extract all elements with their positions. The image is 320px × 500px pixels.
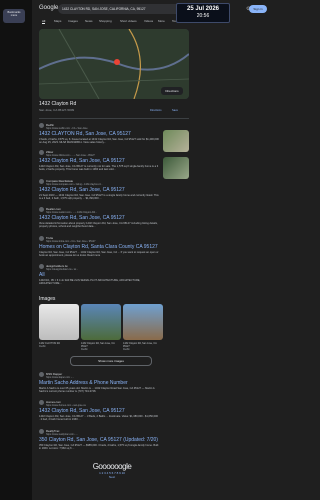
result-item: designbuilders.tw https://designbuilders… bbox=[39, 264, 189, 286]
search-results-page: Google 1432 CLAYTON RD, SAN JOSE, CALIFO… bbox=[32, 0, 273, 500]
place-title: 1432 Clayton Rd bbox=[39, 101, 77, 107]
images-heading: Images bbox=[39, 296, 56, 302]
google-logo[interactable]: Google bbox=[39, 5, 58, 11]
site-favicon-icon bbox=[39, 429, 44, 434]
result-link[interactable]: 1432 Clayton Rd, San Jose, CA 95127 bbox=[39, 408, 189, 414]
search-tabs: All Maps Images News Shopping Short vide… bbox=[32, 18, 273, 26]
place-actions: Directions Save bbox=[150, 101, 190, 115]
result-link[interactable]: 350 Clayton Rd, San Jose, CA 95127 (Upda… bbox=[39, 437, 189, 443]
sign-in-button[interactable]: Sign in bbox=[249, 5, 267, 13]
tab-shopping[interactable]: Shopping bbox=[99, 19, 112, 23]
site-favicon-icon bbox=[39, 264, 44, 269]
image-card[interactable] bbox=[39, 304, 79, 340]
result-item: RealtyTrac https://www.realtytrac.com › … bbox=[39, 429, 189, 451]
browser-sidebar: Bookmarks menu bbox=[0, 0, 32, 500]
site-favicon-icon bbox=[39, 236, 44, 241]
tab-images[interactable]: Images bbox=[68, 19, 78, 23]
result-link[interactable]: 1432 Clayton Rd, San Jose, CA 95127 bbox=[39, 187, 189, 193]
site-favicon-icon bbox=[39, 400, 44, 405]
image-card[interactable] bbox=[123, 304, 163, 340]
datetime-overlay: 25 Jul 2026 20:56 bbox=[176, 3, 230, 23]
location-map[interactable]: Directions bbox=[39, 29, 189, 99]
tab-short-videos[interactable]: Short videos bbox=[120, 19, 137, 23]
result-link[interactable]: Homes on Clayton Rd, Santa Clara County … bbox=[39, 244, 189, 250]
image-card[interactable] bbox=[81, 304, 121, 340]
result-link[interactable]: 1432 Clayton Rd, San Jose, CA 95127 bbox=[39, 215, 189, 221]
search-query: 1432 CLAYTON RD, SAN JOSE, CALIFORNIA, C… bbox=[62, 7, 146, 11]
directions-button[interactable]: Directions bbox=[150, 109, 162, 112]
result-item: Compass Real Estate https://www.compass.… bbox=[39, 179, 189, 201]
site-favicon-icon bbox=[39, 207, 44, 212]
tab-all[interactable]: All bbox=[42, 19, 46, 24]
overlay-date: 25 Jul 2026 bbox=[186, 6, 220, 12]
top-bar: Google 1432 CLAYTON RD, SAN JOSE, CALIFO… bbox=[32, 0, 273, 17]
next-page-link[interactable]: Next bbox=[72, 475, 152, 479]
result-thumbnail[interactable] bbox=[163, 157, 189, 179]
save-button[interactable]: Save bbox=[172, 109, 178, 112]
show-more-images-button[interactable]: Show more images bbox=[70, 356, 152, 366]
result-link[interactable]: Martin Sacho Address & Phone Number bbox=[39, 380, 189, 386]
site-favicon-icon bbox=[39, 150, 44, 155]
tab-more[interactable]: More bbox=[158, 19, 165, 23]
result-item: Trulia https://www.trulia.com › CA › San… bbox=[39, 236, 189, 258]
bookmarks-menu-button[interactable]: Bookmarks menu bbox=[3, 9, 25, 23]
tab-maps[interactable]: Maps bbox=[54, 19, 61, 23]
overlay-time: 20:56 bbox=[196, 13, 210, 19]
map-pin-icon bbox=[114, 59, 120, 65]
pagination: Goooooogle 1 2 3 4 5 6 7 8 9 10 Next bbox=[72, 462, 152, 479]
pagination-logo: Goooooogle bbox=[92, 462, 132, 471]
result-item: MSN Dapper https://www.daper.com › ... M… bbox=[39, 372, 189, 394]
result-item: Homes.com https://www.homes.com › san-jo… bbox=[39, 400, 189, 422]
image-caption: 1432 Clayton Rd, San Jose, CA 95127 Redfi… bbox=[123, 342, 157, 351]
result-thumbnail[interactable] bbox=[163, 130, 189, 152]
image-caption: 1432 Clayton Rd, San Jose, CA 95127 Redfi… bbox=[81, 342, 115, 351]
tab-news[interactable]: News bbox=[85, 19, 93, 23]
image-caption: 1432 CLAYTON Rd Redfin bbox=[39, 342, 60, 348]
result-item: Zillow https://www.zillow.com › ... › Sa… bbox=[39, 150, 189, 179]
result-item: Redfin https://www.redfin.com › CA › San… bbox=[39, 123, 189, 152]
tab-videos[interactable]: Videos bbox=[144, 19, 153, 23]
place-subtitle: San Jose, CA 95127-5009 bbox=[39, 108, 75, 112]
divider bbox=[39, 118, 189, 119]
map-directions-button[interactable]: Directions bbox=[161, 87, 183, 95]
result-link[interactable]: All bbox=[39, 272, 189, 278]
site-favicon-icon bbox=[39, 372, 44, 377]
result-item: Realtor.com https://www.realtor.com › ..… bbox=[39, 207, 189, 229]
site-favicon-icon bbox=[39, 123, 44, 128]
site-favicon-icon bbox=[39, 179, 44, 184]
